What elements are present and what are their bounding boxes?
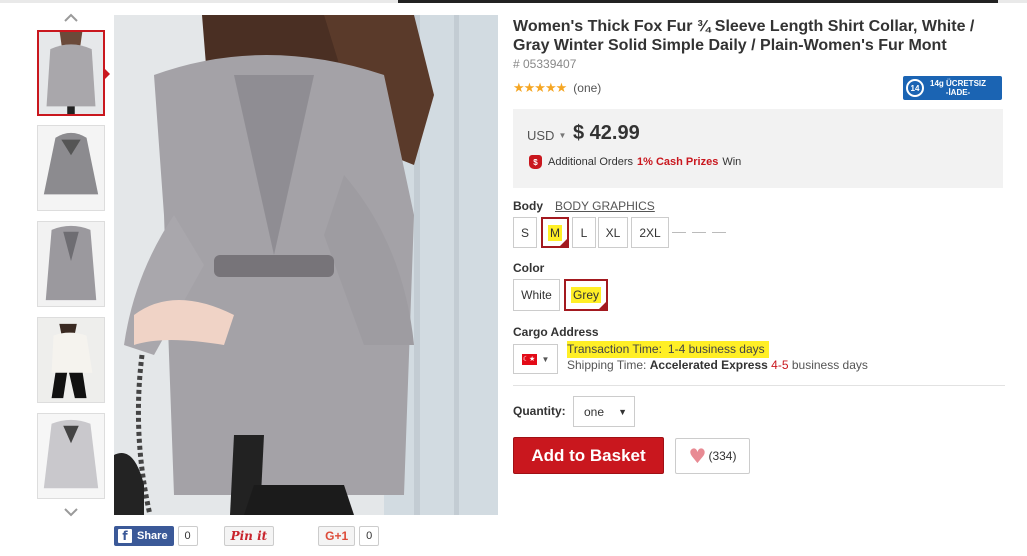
unavailable-size-dash bbox=[672, 232, 686, 233]
cargo-address-label: Cargo Address bbox=[513, 325, 599, 339]
promo-prefix: Additional Orders bbox=[548, 156, 633, 168]
thumbnail-3[interactable] bbox=[37, 221, 105, 307]
product-sku: # 05339407 bbox=[513, 57, 577, 71]
favorite-button[interactable]: ♥ (334) bbox=[675, 438, 750, 474]
promo-suffix: Win bbox=[722, 156, 742, 168]
thumbnail-2[interactable] bbox=[37, 125, 105, 211]
size-option-s[interactable]: S bbox=[513, 217, 537, 248]
shipping-days-unit: business days bbox=[791, 358, 868, 372]
transaction-time-label: Transaction Time: bbox=[567, 342, 662, 356]
quantity-label: Quantity: bbox=[513, 404, 566, 418]
size-option-l[interactable]: L bbox=[572, 217, 596, 248]
top-bar bbox=[0, 0, 1027, 3]
unavailable-size-dash bbox=[712, 232, 726, 233]
size-option-xl[interactable]: XL bbox=[598, 217, 628, 248]
google-plus-count: 0 bbox=[359, 526, 380, 546]
quantity-value: one bbox=[584, 404, 605, 419]
unavailable-size-dash bbox=[692, 232, 706, 233]
return-badge-line1: 14g ÜCRETSIZ bbox=[930, 79, 987, 88]
money-bag-icon: $ bbox=[529, 155, 542, 169]
transaction-time-value: 1-4 business days bbox=[667, 342, 765, 356]
facebook-share-label: Share bbox=[137, 530, 168, 542]
caret-down-icon: ▼ bbox=[618, 407, 627, 417]
color-option-white[interactable]: White bbox=[513, 279, 560, 311]
product-title: Women's Thick Fox Fur ¾ Sleeve Length Sh… bbox=[513, 18, 975, 54]
chevron-up-icon[interactable] bbox=[30, 10, 112, 26]
free-return-badge[interactable]: 14 14g ÜCRETSIZ -İADE- bbox=[903, 76, 1002, 100]
product-price: $ 42.99 bbox=[573, 122, 640, 144]
pinterest-pin-button[interactable]: Pin it bbox=[223, 526, 275, 546]
product-rating[interactable]: ★★★★★ (one) bbox=[513, 80, 601, 96]
chevron-down-icon[interactable] bbox=[30, 504, 112, 520]
shipping-time: Shipping Time: Accelerated Express 4-5 b… bbox=[567, 358, 868, 372]
size-option-2xl[interactable]: 2XL bbox=[631, 217, 669, 248]
thumbnail-5[interactable] bbox=[37, 413, 105, 499]
thumbnail-4[interactable] bbox=[37, 317, 105, 403]
cash-prize-promo: $ Additional Orders 1% Cash Prizes Win bbox=[529, 155, 741, 169]
color-label: Color bbox=[513, 261, 545, 275]
return-badge-line2: -İADE- bbox=[945, 88, 971, 97]
google-plus-button[interactable]: G+1 bbox=[318, 526, 356, 546]
size-chart-link[interactable]: BODY GRAPHICS bbox=[555, 199, 655, 213]
rating-stars-icon: ★★★★★ bbox=[513, 80, 567, 95]
facebook-share-button[interactable]: f Share bbox=[114, 526, 174, 546]
shipping-method: Accelerated Express bbox=[649, 358, 768, 372]
quantity-select[interactable]: one ▼ bbox=[573, 396, 635, 427]
promo-highlight: 1% Cash Prizes bbox=[637, 156, 719, 168]
shipping-days-number: 4-5 bbox=[771, 358, 789, 372]
currency-selector[interactable]: USD ▼ bbox=[527, 128, 566, 143]
main-product-image[interactable] bbox=[114, 15, 498, 515]
transaction-time: Transaction Time: 1-4 business days bbox=[567, 341, 769, 358]
currency-label: USD bbox=[527, 128, 555, 143]
facebook-share-count: 0 bbox=[177, 526, 198, 546]
turkey-flag-icon: ☾★ bbox=[521, 353, 537, 365]
caret-down-icon: ▼ bbox=[541, 354, 550, 364]
add-to-basket-button[interactable]: Add to Basket bbox=[513, 437, 664, 474]
shipping-country-selector[interactable]: ☾★ ▼ bbox=[513, 344, 558, 374]
heart-icon: ♥ bbox=[688, 444, 707, 468]
thumbnail-gallery bbox=[30, 8, 112, 523]
size-option-m[interactable]: M bbox=[541, 217, 569, 248]
divider bbox=[513, 385, 1005, 386]
caret-down-icon: ▼ bbox=[558, 131, 567, 140]
selected-check-icon bbox=[559, 238, 568, 247]
thumbnail-1[interactable] bbox=[37, 30, 105, 116]
price-box: USD ▼ $ 42.99 $ Additional Orders 1% Cas… bbox=[513, 109, 1003, 188]
favorites-count: (334) bbox=[708, 449, 737, 463]
selected-check-icon bbox=[598, 301, 607, 310]
return-days-icon: 14 bbox=[906, 79, 924, 97]
color-option-grey[interactable]: Grey bbox=[564, 279, 608, 311]
facebook-icon: f bbox=[118, 529, 132, 543]
size-label: Body bbox=[513, 199, 543, 213]
color-option-grey-label: Grey bbox=[570, 287, 601, 303]
review-count: (one) bbox=[573, 81, 602, 95]
social-share-bar: f Share 0 Pin it G+1 0 bbox=[114, 526, 380, 546]
shipping-time-label: Shipping Time: bbox=[567, 358, 647, 372]
active-thumbnail-marker bbox=[104, 68, 110, 80]
